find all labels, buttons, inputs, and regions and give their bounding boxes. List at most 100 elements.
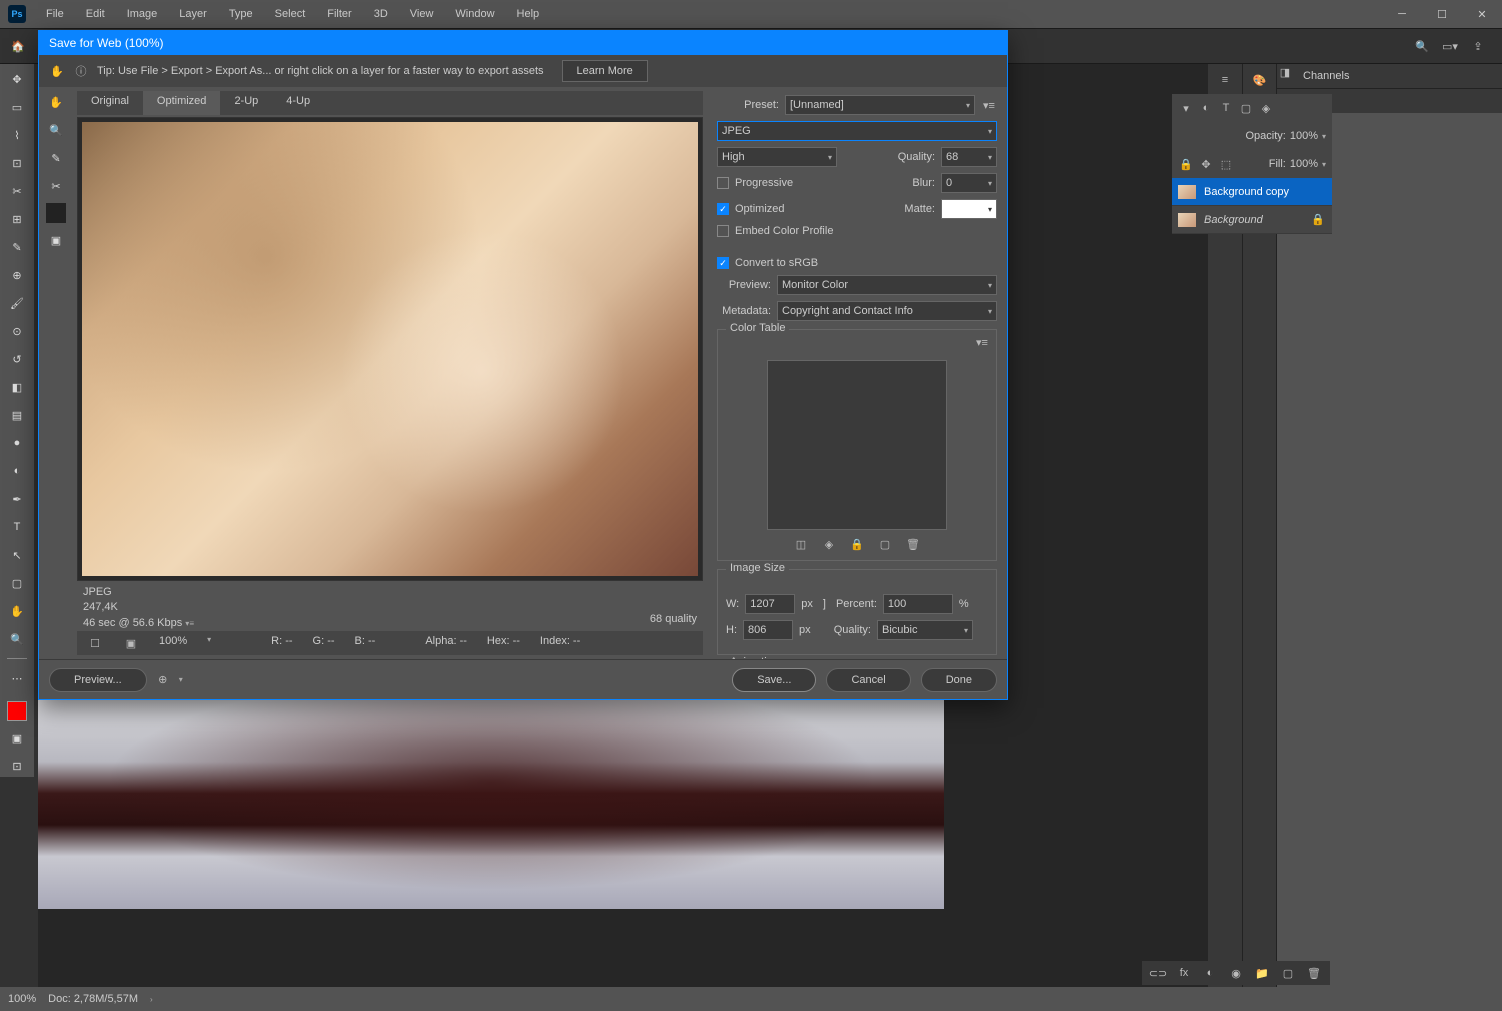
hand-icon[interactable]: ✋	[49, 63, 65, 79]
dlg-zoom-tool[interactable]: 🔍	[44, 119, 68, 141]
edit-toolbar[interactable]: ⋯	[5, 667, 29, 689]
blur-input[interactable]: 0▾	[941, 173, 997, 193]
embed-profile-checkbox[interactable]	[717, 225, 729, 237]
frame-tool[interactable]: ⊞	[5, 208, 29, 230]
browser-icon[interactable]: ⊕	[155, 672, 171, 688]
tab-2up[interactable]: 2-Up	[220, 91, 272, 115]
cancel-button[interactable]: Cancel	[826, 668, 910, 692]
matte-select[interactable]: ▾	[941, 199, 997, 219]
opacity-value[interactable]: 100%	[1290, 130, 1318, 142]
ct-trash-icon[interactable]: 🗑	[905, 536, 921, 552]
healing-tool[interactable]: ⊕	[5, 264, 29, 286]
eyedropper-tool[interactable]: ✎	[5, 236, 29, 258]
learn-more-button[interactable]: Learn More	[562, 60, 648, 82]
group-icon[interactable]: 📁	[1254, 965, 1270, 981]
maximize-button[interactable]: ☐	[1422, 0, 1462, 28]
channels-tab[interactable]: Channels	[1293, 64, 1359, 88]
dlg-eyedropper-tool[interactable]: ✎	[44, 147, 68, 169]
preview-button[interactable]: Preview...	[49, 668, 147, 692]
preview-mode-select[interactable]: Monitor Color▾	[777, 275, 997, 295]
menu-select[interactable]: Select	[265, 4, 316, 24]
ct-icon2[interactable]: ◈	[821, 536, 837, 552]
move-tool[interactable]: ✥	[5, 68, 29, 90]
percent-input[interactable]	[883, 594, 953, 614]
dlg-slice-tool[interactable]: ✂	[44, 175, 68, 197]
document-image[interactable]	[38, 699, 944, 909]
format-select[interactable]: JPEG▾	[717, 121, 997, 141]
close-button[interactable]: ✕	[1462, 0, 1502, 28]
menu-edit[interactable]: Edit	[76, 4, 115, 24]
checkbox2-icon[interactable]: ▣	[123, 635, 139, 651]
menu-window[interactable]: Window	[445, 4, 504, 24]
screen-mode[interactable]: ⊡	[5, 755, 29, 777]
quick-select-tool[interactable]: ⊡	[5, 152, 29, 174]
brush-tool[interactable]: 🖌	[5, 292, 29, 314]
link-icon[interactable]: ]	[823, 598, 826, 610]
quality-mode-select[interactable]: High▾	[717, 147, 837, 167]
minimize-button[interactable]: ─	[1382, 0, 1422, 28]
lock-icon[interactable]: 🔒	[1178, 156, 1194, 172]
ct-icon1[interactable]: ◫	[793, 536, 809, 552]
width-input[interactable]	[745, 594, 795, 614]
eraser-tool[interactable]: ◧	[5, 376, 29, 398]
done-button[interactable]: Done	[921, 668, 997, 692]
quick-mask[interactable]: ▣	[5, 727, 29, 749]
search-icon[interactable]: 🔍	[1414, 38, 1430, 54]
tab-4up[interactable]: 4-Up	[272, 91, 324, 115]
path-tool[interactable]: ↖	[5, 544, 29, 566]
menu-view[interactable]: View	[400, 4, 444, 24]
type-tool[interactable]: T	[5, 516, 29, 538]
smart-icon[interactable]: ◈	[1258, 100, 1274, 116]
menu-layer[interactable]: Layer	[169, 4, 217, 24]
checkbox-icon[interactable]: ☐	[87, 635, 103, 651]
tab-optimized[interactable]: Optimized	[143, 91, 221, 115]
brushes-icon[interactable]: ≡	[1217, 72, 1233, 88]
fill-value[interactable]: 100%	[1290, 158, 1318, 170]
link-layers-icon[interactable]: ⊂⊃	[1150, 965, 1166, 981]
ct-lock-icon[interactable]: 🔒	[849, 536, 865, 552]
new-layer-icon[interactable]: ▢	[1280, 965, 1296, 981]
home-icon[interactable]: 🏠	[6, 34, 30, 58]
blend-icon[interactable]: ◐	[1198, 100, 1214, 116]
zoom-tool[interactable]: 🔍	[5, 628, 29, 650]
optimized-checkbox[interactable]: ✓	[717, 203, 729, 215]
dlg-toggle-tool[interactable]: ▣	[44, 229, 68, 251]
metadata-select[interactable]: Copyright and Contact Info▾	[777, 301, 997, 321]
dlg-hand-tool[interactable]: ✋	[44, 91, 68, 113]
save-button[interactable]: Save...	[732, 668, 816, 692]
menu-type[interactable]: Type	[219, 4, 263, 24]
chevron-down-icon[interactable]: ▾	[1322, 160, 1326, 169]
marquee-tool[interactable]: ▭	[5, 96, 29, 118]
filter-icon[interactable]: ▾	[1178, 100, 1194, 116]
dodge-tool[interactable]: ◐	[5, 460, 29, 482]
menu-image[interactable]: Image	[117, 4, 168, 24]
dlg-color-swatch[interactable]	[46, 203, 66, 223]
ct-new-icon[interactable]: ▢	[877, 536, 893, 552]
menu-help[interactable]: Help	[507, 4, 550, 24]
preset-menu-icon[interactable]: ▾≡	[981, 97, 997, 113]
chevron-down-icon[interactable]: ▾	[1322, 132, 1326, 141]
blur-tool[interactable]: ●	[5, 432, 29, 454]
color-icon[interactable]: 🎨	[1252, 72, 1268, 88]
preset-select[interactable]: [Unnamed]▾	[785, 95, 975, 115]
type-icon[interactable]: T	[1218, 100, 1234, 116]
crop-tool[interactable]: ✂	[5, 180, 29, 202]
menu-3d[interactable]: 3D	[364, 4, 398, 24]
color-table-menu-icon[interactable]: ▾≡	[974, 334, 990, 350]
stamp-tool[interactable]: ⊙	[5, 320, 29, 342]
quality-input[interactable]: 68▾	[941, 147, 997, 167]
lock-all-icon[interactable]: ⬚	[1218, 156, 1234, 172]
color-table-grid[interactable]	[767, 360, 947, 530]
layer-row[interactable]: Background copy	[1172, 178, 1332, 206]
zoom-value[interactable]: 100%	[8, 993, 36, 1005]
share-icon[interactable]: ⇪	[1470, 38, 1486, 54]
fx-icon[interactable]: fx	[1176, 965, 1192, 981]
menu-file[interactable]: File	[36, 4, 74, 24]
menu-filter[interactable]: Filter	[317, 4, 361, 24]
chevron-right-icon[interactable]: ›	[150, 995, 153, 1004]
history-brush-tool[interactable]: ↺	[5, 348, 29, 370]
hand-tool[interactable]: ✋	[5, 600, 29, 622]
rectangle-tool[interactable]: ▢	[5, 572, 29, 594]
preview-image-box[interactable]	[77, 117, 703, 581]
adjustment-icon[interactable]: ◉	[1228, 965, 1244, 981]
